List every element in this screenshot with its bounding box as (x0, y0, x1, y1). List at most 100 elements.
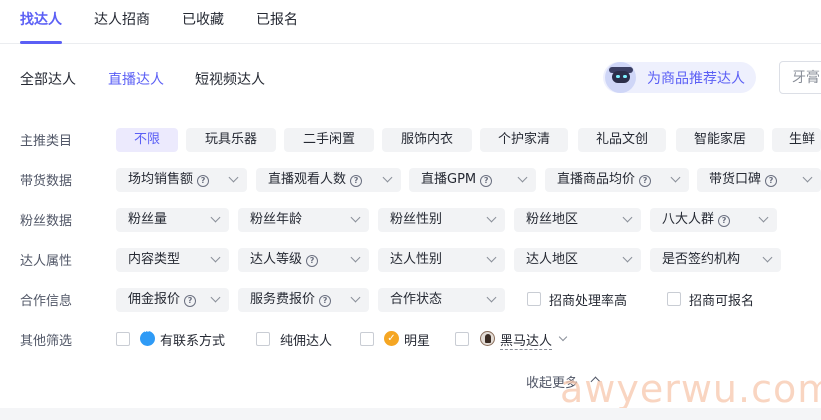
check-badge-icon: ✓ (384, 331, 399, 346)
row-label-category: 主推类目 (20, 134, 73, 149)
row-label-fans-data: 粉丝数据 (20, 214, 73, 229)
chevron-down-icon (758, 212, 769, 223)
category-chip-toys[interactable]: 玩具乐器 (186, 128, 276, 152)
active-tab-indicator (20, 41, 62, 44)
dropdown-avg-sales[interactable]: 场均销售额? (116, 168, 247, 192)
dropdown-service-fee-quote[interactable]: 服务费报价? (238, 288, 369, 312)
checkbox-high-recruit-rate[interactable] (527, 292, 541, 306)
category-chip-any[interactable]: 不限 (116, 128, 178, 152)
dropdown-label: 内容类型 (128, 252, 181, 267)
help-icon[interactable]: ? (306, 255, 319, 267)
help-icon[interactable]: ? (718, 215, 731, 227)
dropdown-label: 佣金报价 (128, 292, 181, 307)
chevron-down-icon (210, 212, 221, 223)
dropdown-label: 粉丝量 (128, 212, 168, 227)
chevron-down-icon (228, 172, 239, 183)
category-chip-secondhand[interactable]: 二手闲置 (284, 128, 374, 152)
tab-find-influencer[interactable]: 找达人 (20, 9, 62, 29)
dropdown-content-type[interactable]: 内容类型 (116, 248, 229, 272)
dropdown-fan-age[interactable]: 粉丝年龄 (238, 208, 369, 232)
dropdown-label: 粉丝地区 (526, 212, 579, 227)
category-chip-apparel[interactable]: 服饰内衣 (382, 128, 472, 152)
chevron-down-icon (382, 172, 393, 183)
dropdown-label: 场均销售额 (128, 172, 194, 187)
dropdown-live-product-avg-price[interactable]: 直播商品均价? (545, 168, 689, 192)
dropdown-signed-agency[interactable]: 是否签约机构 (650, 248, 781, 272)
dropdown-fan-region[interactable]: 粉丝地区 (514, 208, 641, 232)
checkbox-label: 明星 (404, 334, 431, 349)
chevron-down-icon (350, 292, 361, 303)
checkbox-has-contact[interactable] (116, 332, 130, 346)
dropdown-influencer-level[interactable]: 达人等级? (238, 248, 369, 272)
tab-influencer-recruit[interactable]: 达人招商 (94, 9, 150, 29)
row-label-sales-data: 带货数据 (20, 174, 73, 189)
help-icon[interactable]: ? (350, 175, 363, 187)
chevron-down-icon (802, 172, 813, 183)
tab-favorites[interactable]: 已收藏 (182, 9, 224, 29)
dropdown-fan-count[interactable]: 粉丝量 (116, 208, 229, 232)
dropdown-live-viewers[interactable]: 直播观看人数? (256, 168, 401, 192)
dropdown-sales-reputation[interactable]: 带货口碑? (697, 168, 821, 192)
subtab-all-influencers[interactable]: 全部达人 (20, 69, 76, 89)
dropdown-cooperation-status[interactable]: 合作状态 (378, 288, 505, 312)
row-label-attributes: 达人属性 (20, 254, 73, 269)
search-input[interactable] (780, 62, 821, 93)
help-icon[interactable]: ? (197, 175, 210, 187)
chat-icon (140, 327, 155, 346)
checkbox-label: 有联系方式 (160, 334, 226, 349)
recommend-for-product-button[interactable]: 为商品推荐达人 (603, 62, 756, 93)
chevron-down-icon (762, 252, 773, 263)
dropdown-label: 达人等级 (250, 252, 303, 267)
row-label-cooperation: 合作信息 (20, 294, 73, 309)
top-tab-bar: 找达人 达人招商 已收藏 已报名 (0, 0, 821, 44)
dropdown-label: 直播商品均价 (557, 172, 636, 187)
dropdown-influencer-region[interactable]: 达人地区 (514, 248, 641, 272)
robot-avatar-icon (605, 62, 636, 93)
dark-horse-icon (480, 331, 495, 346)
chevron-down-icon (486, 252, 497, 263)
watermark: awyerwu.com (560, 367, 821, 411)
dropdown-label: 直播观看人数 (268, 172, 347, 187)
help-icon[interactable]: ? (319, 295, 332, 307)
subtab-short-video-influencers[interactable]: 短视频达人 (195, 69, 265, 89)
tab-registered[interactable]: 已报名 (256, 9, 298, 29)
chevron-down-icon (486, 212, 497, 223)
checkbox-label: 黑马达人 (500, 330, 553, 350)
chevron-down-icon[interactable] (558, 332, 568, 342)
chevron-down-icon (622, 212, 633, 223)
bottom-divider (0, 408, 821, 420)
category-chip-fresh-food[interactable]: 生鲜 (772, 128, 821, 152)
dropdown-label: 是否签约机构 (662, 252, 741, 267)
dropdown-label: 达人性别 (390, 252, 443, 267)
checkbox-recruit-open[interactable] (667, 292, 681, 306)
row-label-other-filters: 其他筛选 (20, 334, 73, 349)
checkbox-label: 招商处理率高 (549, 294, 628, 309)
chevron-down-icon (622, 252, 633, 263)
help-icon[interactable]: ? (765, 175, 778, 187)
dropdown-fan-gender[interactable]: 粉丝性别 (378, 208, 505, 232)
chevron-down-icon (670, 172, 681, 183)
checkbox-pure-commission[interactable] (256, 332, 270, 346)
dropdown-label: 粉丝性别 (390, 212, 443, 227)
dropdown-label: 粉丝年龄 (250, 212, 303, 227)
category-chip-gifts[interactable]: 礼品文创 (578, 128, 666, 152)
category-chip-smart-home[interactable]: 智能家居 (676, 128, 764, 152)
dropdown-commission-quote[interactable]: 佣金报价? (116, 288, 229, 312)
search-box[interactable] (779, 61, 821, 94)
help-icon[interactable]: ? (184, 295, 197, 307)
checkbox-celebrity[interactable] (360, 332, 374, 346)
help-icon[interactable]: ? (639, 175, 652, 187)
dropdown-label: 带货口碑 (709, 172, 762, 187)
dropdown-label: 服务费报价 (250, 292, 316, 307)
chevron-down-icon (210, 292, 221, 303)
dropdown-label: 合作状态 (390, 292, 443, 307)
help-icon[interactable]: ? (480, 175, 493, 187)
category-chip-personal-care[interactable]: 个护家清 (480, 128, 568, 152)
dropdown-live-gpm[interactable]: 直播GPM? (409, 168, 536, 192)
subtab-live-influencers[interactable]: 直播达人 (108, 69, 164, 89)
chevron-down-icon (210, 252, 221, 263)
checkbox-dark-horse[interactable] (455, 332, 469, 346)
dropdown-eight-groups[interactable]: 八大人群? (650, 208, 777, 232)
dropdown-influencer-gender[interactable]: 达人性别 (378, 248, 505, 272)
checkbox-label: 招商可报名 (689, 294, 755, 309)
